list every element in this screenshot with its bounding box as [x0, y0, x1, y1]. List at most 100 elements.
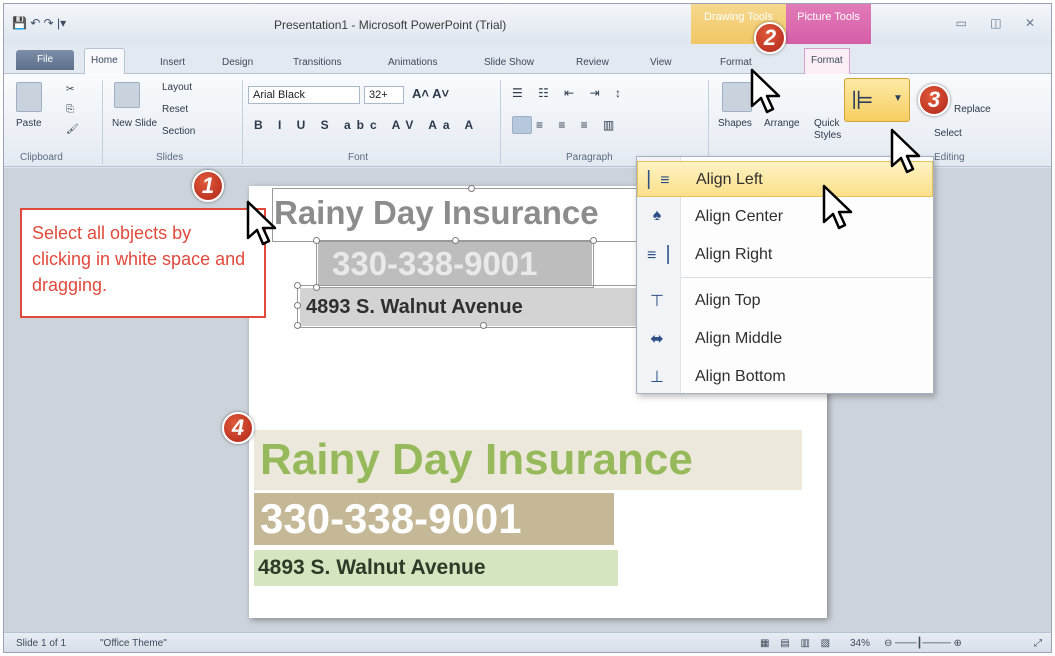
grow-font-icon[interactable]: A˄ A˅	[412, 86, 449, 101]
mouse-pointer-icon	[890, 128, 921, 174]
layout-button[interactable]: Layout	[162, 82, 192, 93]
step-badge-4: 4	[222, 412, 254, 444]
paste-button[interactable]: Paste	[16, 118, 42, 129]
tab-insert[interactable]: Insert	[154, 52, 191, 74]
quick-styles-button[interactable]: Quick Styles	[814, 118, 844, 142]
align-right-icon: ≡▕	[647, 247, 669, 264]
tab-slide-show[interactable]: Slide Show	[478, 52, 540, 74]
menu-item-align-middle[interactable]: ⬌ Align Middle	[637, 321, 933, 357]
format-painter-icon[interactable]: 🖌	[66, 124, 79, 135]
reset-button[interactable]: Reset	[162, 104, 188, 115]
selection-handle[interactable]	[313, 284, 320, 291]
zoom-level: 34%	[850, 638, 871, 649]
menu-item-align-center[interactable]: ♠ Align Center	[637, 199, 933, 235]
mouse-pointer-icon	[822, 184, 853, 230]
tab-transitions[interactable]: Transitions	[287, 52, 348, 74]
menu-item-align-right[interactable]: ≡▕ Align Right	[637, 237, 933, 273]
font-name-combo[interactable]: Arial Black	[248, 86, 360, 104]
chevron-down-icon: ▼	[893, 93, 903, 104]
group-divider	[242, 80, 243, 164]
tab-design[interactable]: Design	[216, 52, 259, 74]
align-button[interactable]: ⊫ ▼	[844, 78, 910, 122]
selection-handle[interactable]	[294, 282, 301, 289]
slide-counter: Slide 1 of 1	[16, 638, 67, 649]
align-center-icon: ♠	[652, 207, 662, 224]
align-left-objects-icon: ⊫	[851, 85, 874, 115]
tab-view[interactable]: View	[644, 52, 678, 74]
mouse-pointer-icon	[246, 200, 277, 246]
picture-tools-context-tab: Picture Tools	[786, 4, 871, 44]
slide-address-aligned[interactable]: 4893 S. Walnut Avenue	[254, 550, 618, 586]
ribbon-tabs: File Home Insert Design Transitions Anim…	[4, 44, 1051, 75]
font-size-combo[interactable]: 32+	[364, 86, 404, 104]
tab-format-picture[interactable]: Format	[804, 48, 850, 75]
cut-icon[interactable]: ✂	[66, 84, 74, 95]
new-slide-icon[interactable]	[114, 82, 140, 108]
tab-home[interactable]: Home	[84, 48, 125, 75]
step-badge-1: 1	[192, 170, 224, 202]
step-badge-3: 3	[918, 84, 950, 116]
mouse-pointer-icon	[750, 68, 781, 114]
selection-handle[interactable]	[452, 237, 459, 244]
select-button[interactable]: Select	[934, 128, 962, 139]
tab-animations[interactable]: Animations	[382, 52, 443, 74]
new-slide-button[interactable]: New Slide	[112, 118, 157, 129]
replace-button[interactable]: Replace	[954, 104, 991, 115]
group-label-font: Font	[348, 152, 369, 163]
instruction-callout: Select all objects by clicking in white …	[20, 208, 266, 318]
menu-divider	[681, 277, 933, 278]
menu-item-label: Align Bottom	[695, 368, 786, 385]
tab-review[interactable]: Review	[570, 52, 615, 74]
shapes-button[interactable]: Shapes	[718, 118, 752, 129]
group-label-editing: Editing	[934, 152, 965, 163]
group-divider	[500, 80, 501, 164]
menu-item-label: Align Center	[695, 208, 784, 225]
zoom-slider[interactable]: ⊖ ───┃──── ⊕	[884, 638, 962, 649]
selection-handle[interactable]	[590, 237, 597, 244]
align-dropdown-menu: ▏≡ Align Left ♠ Align Center ≡▕ Align Ri…	[636, 156, 934, 394]
group-label-slides: Slides	[156, 152, 184, 163]
align-bottom-icon: ⊥	[650, 369, 664, 386]
group-label-paragraph: Paragraph	[566, 152, 613, 163]
font-format-buttons[interactable]: B I U S abc AV Aa A	[254, 118, 479, 132]
title-bar: 💾 ↶ ↷ |▾ Presentation1 - Microsoft Power…	[4, 4, 1051, 44]
menu-item-align-left[interactable]: ▏≡ Align Left	[637, 161, 933, 197]
tab-file[interactable]: File	[16, 50, 74, 70]
window-title: Presentation1 - Microsoft PowerPoint (Tr…	[274, 18, 507, 32]
selection-frame-phone	[316, 240, 594, 288]
paragraph-align-buttons[interactable]: ≡ ≡ ≡ ▥	[536, 118, 620, 132]
align-left-icon: ▏≡	[648, 172, 670, 189]
menu-item-align-bottom[interactable]: ⊥ Align Bottom	[637, 359, 933, 395]
selection-handle[interactable]	[294, 322, 301, 329]
menu-item-label: Align Right	[695, 246, 773, 263]
menu-item-align-top[interactable]: ⊤ Align Top	[637, 283, 933, 319]
powerpoint-window: 💾 ↶ ↷ |▾ Presentation1 - Microsoft Power…	[3, 3, 1052, 653]
arrange-button[interactable]: Arrange	[764, 118, 800, 129]
slide-title-aligned[interactable]: Rainy Day Insurance	[254, 430, 802, 490]
step-badge-2: 2	[754, 22, 786, 54]
selection-frame-address	[297, 285, 643, 328]
group-divider	[708, 80, 709, 164]
menu-item-label: Align Left	[696, 171, 763, 188]
selection-handle[interactable]	[468, 185, 475, 192]
list-buttons[interactable]: ☰ ☷ ⇤ ⇥ ↕	[512, 86, 627, 100]
selection-handle[interactable]	[313, 237, 320, 244]
slide-title-selected[interactable]: Rainy Day Insurance	[274, 194, 599, 232]
fit-to-window-icon[interactable]: ⤢	[1034, 638, 1042, 649]
quick-access-toolbar[interactable]: 💾 ↶ ↷ |▾	[12, 14, 66, 32]
status-bar: Slide 1 of 1 "Office Theme" ▦ ▤ ▥ ▧ 34% …	[4, 632, 1051, 652]
align-text-left-icon[interactable]	[512, 116, 532, 134]
align-top-icon: ⊤	[650, 293, 664, 310]
slide-phone-aligned[interactable]: 330-338-9001	[254, 493, 614, 545]
window-controls[interactable]: ▭ ◫ ✕	[956, 16, 1045, 30]
copy-icon[interactable]: ⎘	[66, 104, 74, 115]
section-button[interactable]: Section	[162, 126, 195, 137]
selection-handle[interactable]	[480, 322, 487, 329]
shapes-icon[interactable]	[722, 82, 752, 112]
align-middle-icon: ⬌	[650, 331, 664, 348]
view-buttons[interactable]: ▦ ▤ ▥ ▧	[760, 638, 834, 649]
menu-item-label: Align Middle	[695, 330, 783, 347]
group-label-clipboard: Clipboard	[20, 152, 63, 163]
selection-handle[interactable]	[294, 302, 301, 309]
paste-icon[interactable]	[16, 82, 42, 112]
